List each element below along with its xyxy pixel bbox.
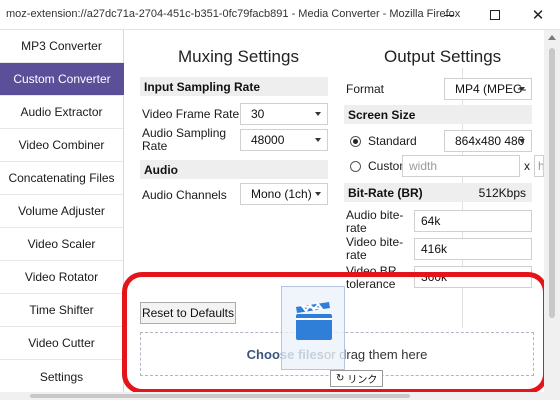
audio-sampling-rate-label: Audio Sampling Rate — [142, 126, 227, 153]
sidebar-item-video-rotator[interactable]: Video Rotator — [0, 261, 123, 294]
sidebar-item-label: Video Combiner — [18, 138, 105, 152]
close-button[interactable]: ✕ — [516, 0, 560, 30]
size-separator: x — [524, 159, 530, 173]
drag-link-badge: ↻ リンク — [330, 370, 384, 387]
window-title: moz-extension://a27dc71a-2704-451c-b351-… — [6, 8, 461, 20]
custom-width-input[interactable]: width — [402, 155, 520, 177]
format-label: Format — [346, 82, 385, 96]
sidebar-item-audio-extractor[interactable]: Audio Extractor — [0, 96, 123, 129]
muxing-settings-title: Muxing Settings — [178, 47, 299, 66]
format-value: MP4 (MPEG- — [455, 82, 527, 96]
sidebar-item-label: Volume Adjuster — [18, 204, 105, 218]
sidebar-item-settings[interactable]: Settings — [0, 360, 123, 393]
close-icon: ✕ — [531, 6, 545, 24]
scroll-up-icon[interactable] — [548, 35, 556, 40]
video-frame-rate-value: 30 — [251, 107, 265, 121]
screen-size-header: Screen Size — [344, 105, 532, 124]
output-settings-title: Output Settings — [384, 47, 502, 66]
window-titlebar: moz-extension://a27dc71a-2704-451c-b351-… — [0, 0, 560, 30]
custom-radio[interactable] — [350, 161, 361, 172]
standard-size-value: 864x480 480 — [455, 134, 525, 148]
chevron-down-icon — [315, 112, 321, 116]
link-icon: ↻ — [336, 373, 345, 384]
video-bitrate-label: Video bite-rate — [346, 235, 404, 262]
audio-channels-value: Mono (1ch) — [251, 187, 312, 201]
sidebar-item-label: Audio Extractor — [20, 105, 103, 119]
sidebar-item-label: Video Cutter — [28, 336, 95, 350]
audio-header: Audio — [140, 160, 328, 179]
video-bitrate-input[interactable]: 416k — [414, 238, 532, 260]
audio-sampling-rate-value: 48000 — [251, 133, 285, 147]
scrollbar-thumb[interactable] — [549, 48, 555, 318]
drag-badge-label: リンク — [347, 375, 378, 386]
sidebar-item-custom-converter[interactable]: Custom Converter — [0, 63, 132, 96]
sidebar-item-label: Custom Converter — [13, 72, 111, 86]
drag-ghost — [281, 286, 345, 370]
audio-bitrate-input[interactable]: 64k — [414, 210, 532, 232]
standard-radio[interactable] — [350, 136, 361, 147]
scrollbar-thumb[interactable] — [30, 394, 410, 398]
sidebar-item-time-shifter[interactable]: Time Shifter — [0, 294, 123, 327]
sidebar: MP3 Converter Custom Converter Audio Ext… — [0, 30, 132, 400]
bitrate-value: 512Kbps — [478, 185, 526, 200]
audio-bitrate-label: Audio bite-rate — [346, 208, 404, 235]
video-frame-rate-select[interactable]: 30 — [240, 103, 328, 125]
minimize-icon — [444, 14, 454, 16]
reset-to-defaults-button[interactable]: Reset to Defaults — [140, 302, 236, 324]
audio-sampling-rate-select[interactable]: 48000 — [240, 129, 328, 151]
sidebar-item-label: Concatenating Files — [8, 171, 115, 185]
custom-height-input[interactable]: heig — [534, 155, 544, 177]
bitrate-header-label: Bit-Rate (BR) — [348, 185, 423, 200]
sidebar-item-label: Video Rotator — [24, 270, 99, 284]
video-frame-rate-label: Video Frame Rate — [142, 107, 240, 121]
input-sampling-rate-header: Input Sampling Rate — [140, 77, 328, 96]
horizontal-scrollbar[interactable] — [0, 392, 544, 400]
audio-channels-select[interactable]: Mono (1ch) — [240, 183, 328, 205]
standard-size-select[interactable]: 864x480 480 — [444, 130, 532, 152]
vertical-scrollbar[interactable] — [544, 30, 560, 400]
standard-label: Standard — [368, 134, 417, 148]
video-file-icon — [296, 302, 332, 340]
sidebar-item-label: Settings — [39, 369, 84, 384]
sidebar-item-mp3-converter[interactable]: MP3 Converter — [0, 30, 123, 63]
minimize-button[interactable] — [426, 0, 472, 30]
maximize-icon — [490, 10, 500, 20]
sidebar-item-video-scaler[interactable]: Video Scaler — [0, 228, 123, 261]
chevron-down-icon — [315, 138, 321, 142]
sidebar-item-label: MP3 Converter — [21, 39, 102, 53]
chevron-down-icon — [519, 87, 525, 91]
video-br-tolerance-label: Video BR tolerance — [346, 264, 397, 291]
sidebar-item-label: Video Scaler — [27, 237, 96, 251]
audio-channels-label: Audio Channels — [142, 188, 227, 202]
video-br-tolerance-input[interactable]: 360k — [414, 266, 532, 288]
sidebar-item-video-combiner[interactable]: Video Combiner — [0, 129, 123, 162]
format-select[interactable]: MP4 (MPEG- — [444, 78, 532, 100]
maximize-button[interactable] — [472, 0, 518, 30]
bitrate-header: Bit-Rate (BR) 512Kbps — [344, 183, 532, 202]
chevron-down-icon — [315, 192, 321, 196]
sidebar-item-volume-adjuster[interactable]: Volume Adjuster — [0, 195, 123, 228]
sidebar-item-concatenating-files[interactable]: Concatenating Files — [0, 162, 123, 195]
chevron-down-icon — [519, 139, 525, 143]
sidebar-item-video-cutter[interactable]: Video Cutter — [0, 327, 123, 360]
sidebar-item-label: Time Shifter — [29, 303, 94, 317]
